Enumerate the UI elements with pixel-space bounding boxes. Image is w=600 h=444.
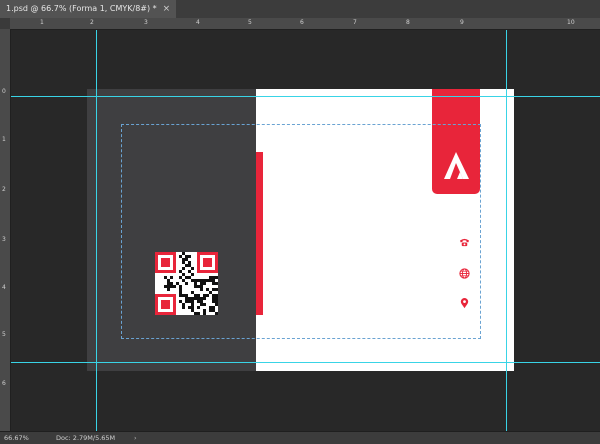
ruler-label: 4 <box>2 284 6 291</box>
ruler-label: 5 <box>2 331 6 338</box>
ruler-label: 4 <box>196 19 200 26</box>
ruler-label: 3 <box>144 19 148 26</box>
ruler-origin[interactable] <box>0 18 10 29</box>
vertical-guide[interactable] <box>96 30 97 431</box>
document-tab-bar: 1.psd @ 66.7% (Forma 1, CMYK/8#) * × <box>0 0 600 19</box>
ruler-label: 8 <box>406 19 410 26</box>
horizontal-guide[interactable] <box>11 96 600 97</box>
ruler-label: 3 <box>2 236 6 243</box>
ruler-label: 7 <box>353 19 357 26</box>
ruler-label: 1 <box>40 19 44 26</box>
document-tab-title: 1.psd @ 66.7% (Forma 1, CMYK/8#) * <box>6 4 157 13</box>
ruler-label: 5 <box>248 19 252 26</box>
horizontal-guide[interactable] <box>11 362 600 363</box>
vertical-guide[interactable] <box>506 30 507 431</box>
document-tab[interactable]: 1.psd @ 66.7% (Forma 1, CMYK/8#) * × <box>0 0 177 18</box>
close-icon[interactable]: × <box>163 0 171 18</box>
ruler-label: 6 <box>300 19 304 26</box>
ruler-label: 2 <box>90 19 94 26</box>
status-menu-arrow-icon[interactable]: › <box>134 432 137 444</box>
ruler-label: 0 <box>2 88 6 95</box>
document-size-info: Doc: 2.79M/5.65M <box>56 434 116 442</box>
zoom-level[interactable]: 66.67% <box>4 432 29 444</box>
ruler-label: 9 <box>460 19 464 26</box>
ruler-label: 6 <box>2 380 6 387</box>
ruler-label: 1 <box>2 136 6 143</box>
ruler-label: 10 <box>567 19 575 26</box>
ruler-label: 2 <box>2 186 6 193</box>
horizontal-ruler[interactable]: 1 2 3 4 5 6 7 8 9 10 <box>0 18 600 30</box>
vertical-ruler[interactable]: 0 1 2 3 4 5 6 <box>0 29 11 431</box>
status-bar: 66.67% Doc: 2.79M/5.65M › <box>0 431 600 444</box>
safe-margin-guide <box>121 124 481 339</box>
